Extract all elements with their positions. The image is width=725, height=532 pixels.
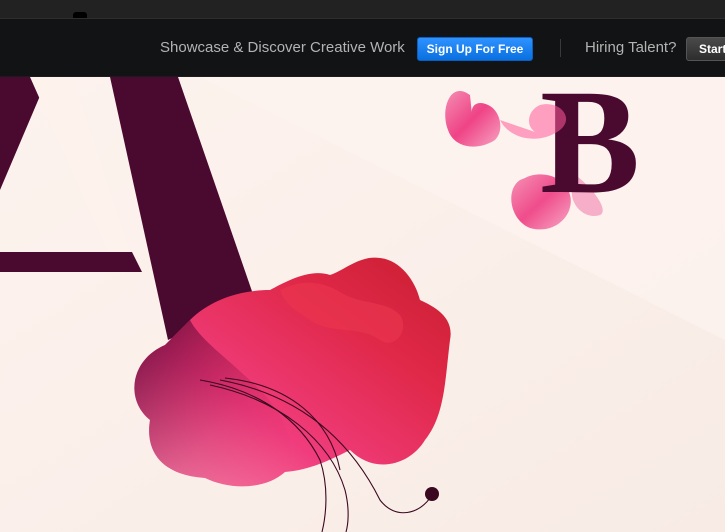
top-strip-tab xyxy=(73,12,87,18)
hiring-talent-text: Hiring Talent? xyxy=(585,39,677,56)
sign-up-button[interactable]: Sign Up For Free xyxy=(417,37,533,61)
navbar-divider xyxy=(560,39,561,57)
stamen-dot xyxy=(425,487,439,501)
top-navbar: Showcase & Discover Creative Work Sign U… xyxy=(0,19,725,77)
letter-b: B xyxy=(540,77,640,225)
start-button[interactable]: Start xyxy=(686,37,725,61)
top-strip xyxy=(0,0,725,19)
navbar-tagline: Showcase & Discover Creative Work xyxy=(160,39,405,56)
letter-a-crossbar xyxy=(0,252,142,272)
artwork-canvas: B A xyxy=(0,77,725,532)
